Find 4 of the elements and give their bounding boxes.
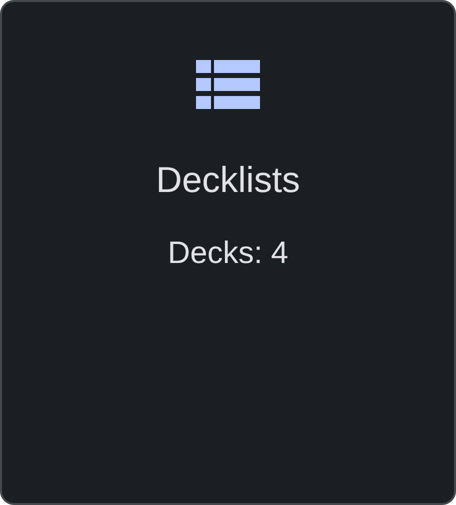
deck-count: Decks: 4 — [168, 234, 288, 272]
card-background[interactable]: Decklists Decks: 4 — [0, 0, 456, 505]
card-title: Decklists — [156, 158, 300, 202]
list-icon — [196, 60, 260, 110]
